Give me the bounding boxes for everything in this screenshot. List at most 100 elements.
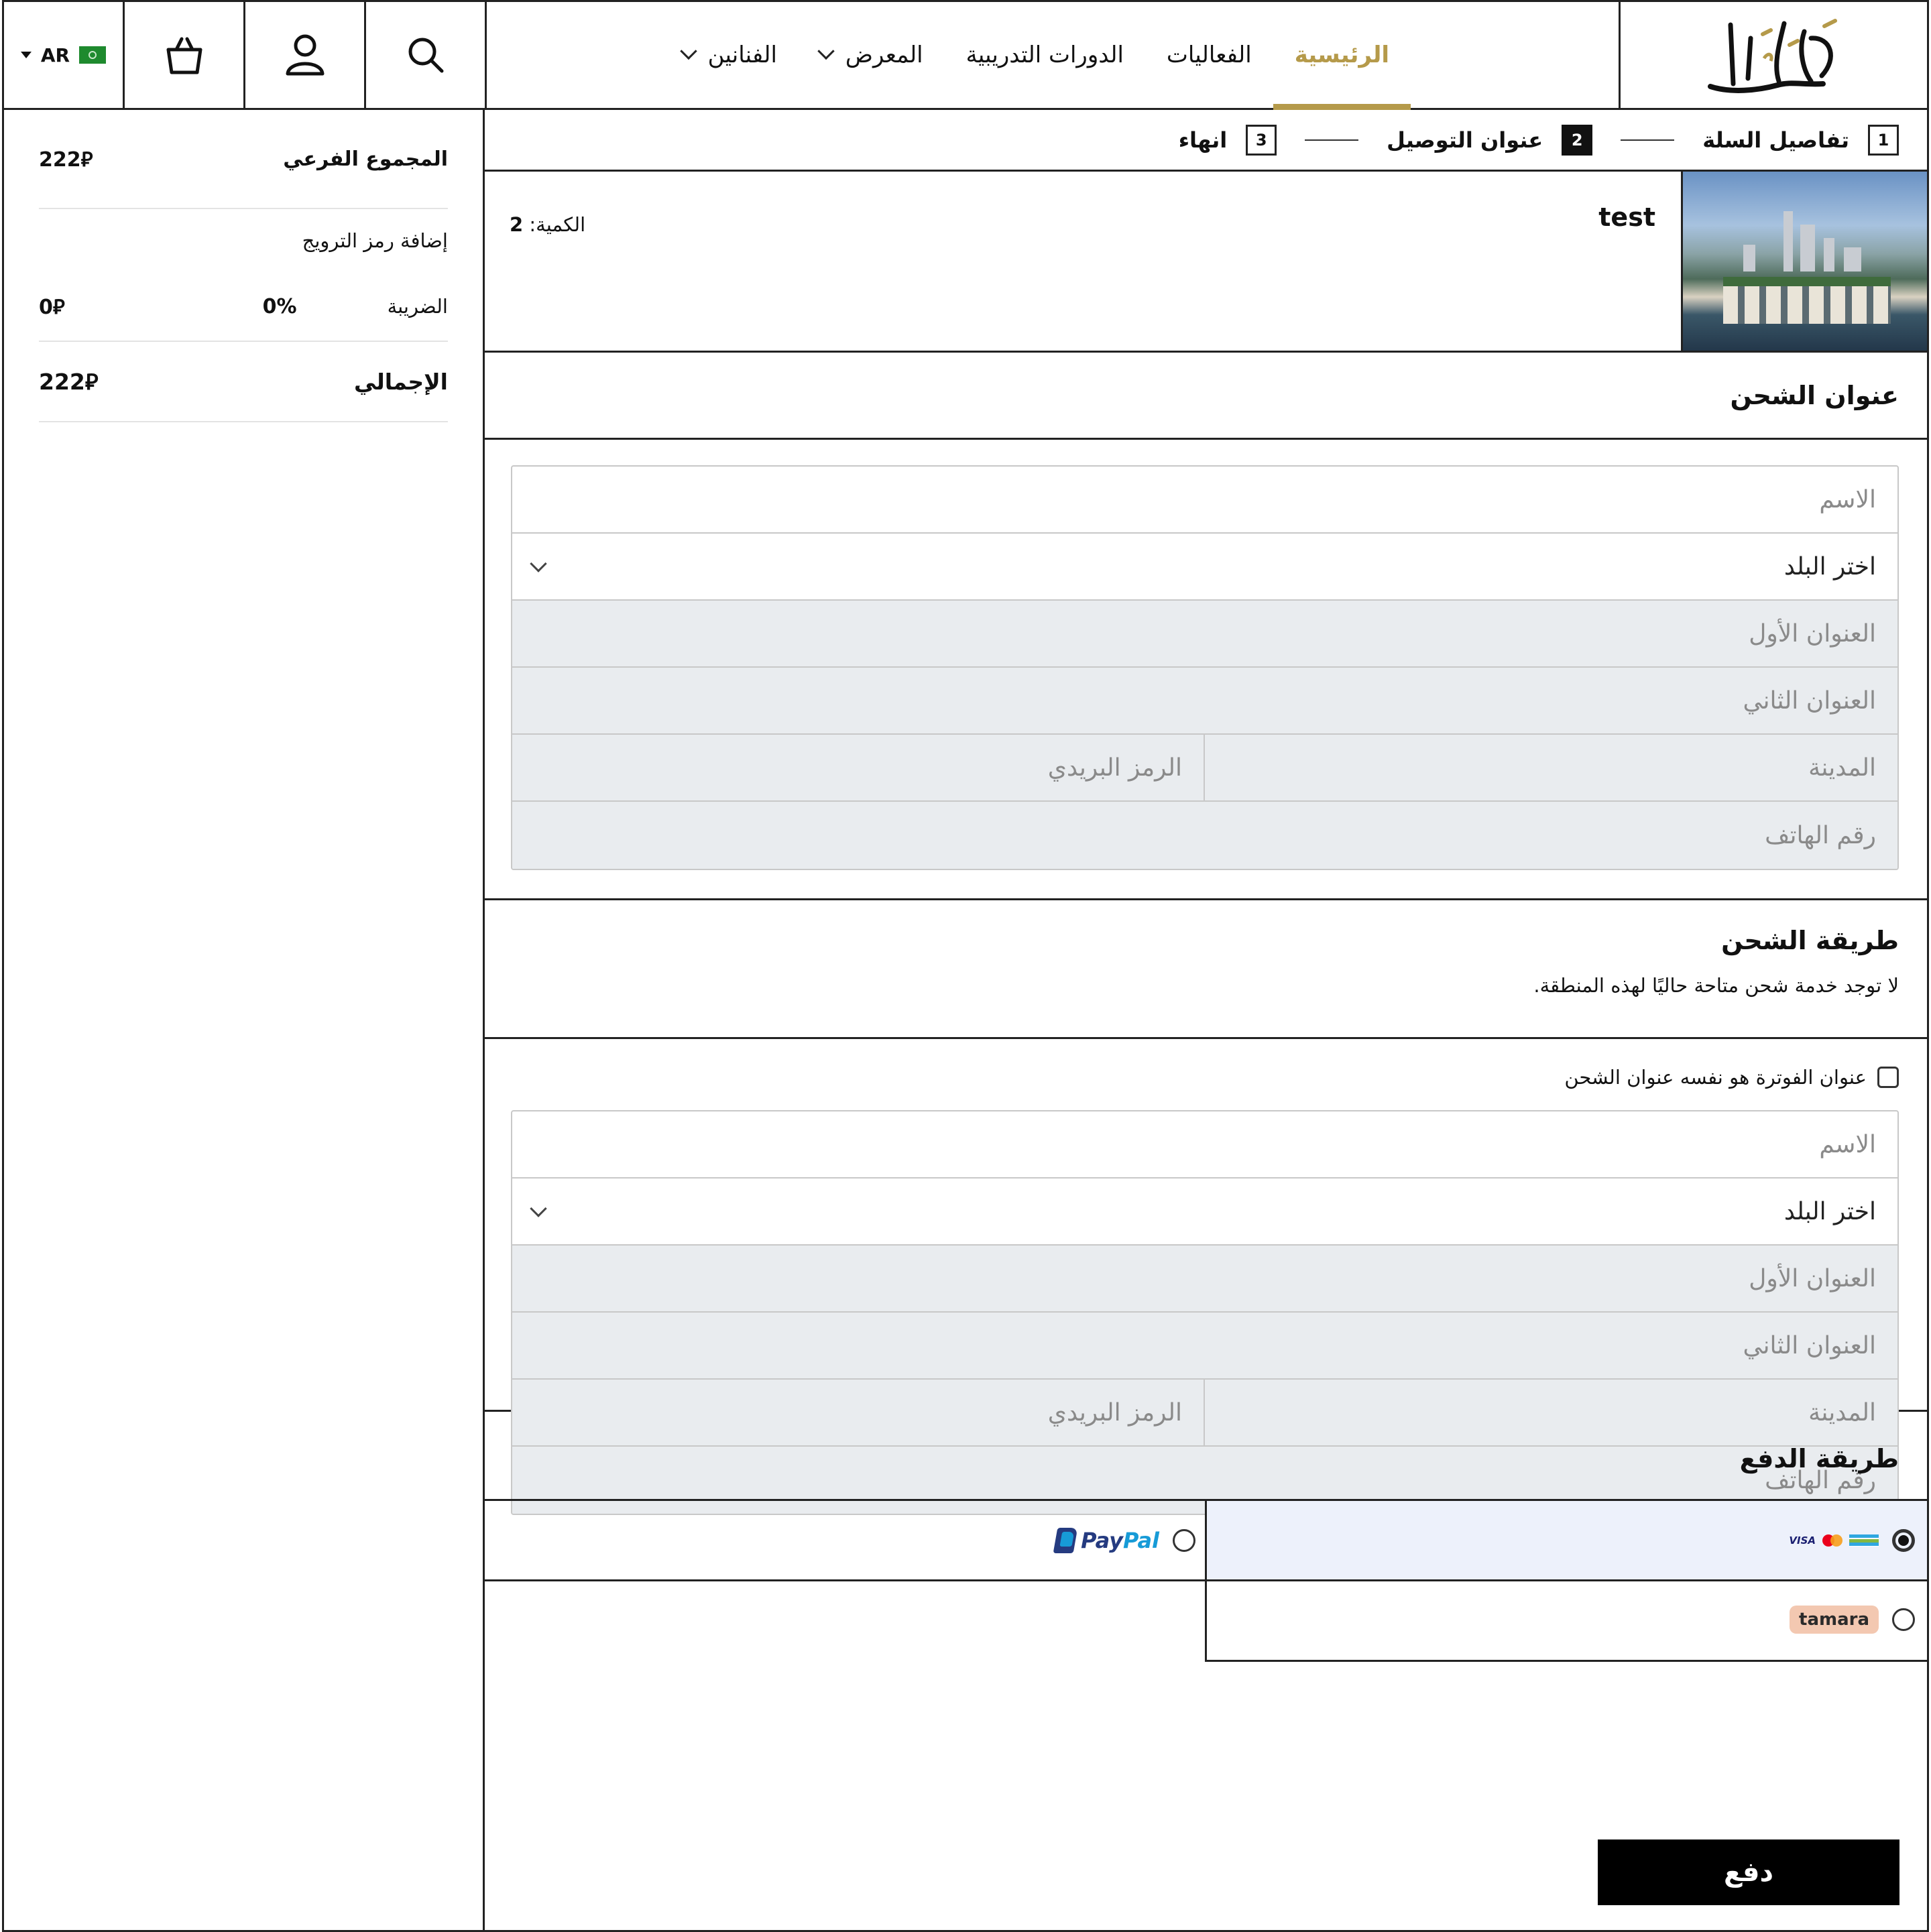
search-icon [408, 38, 443, 73]
card-radio[interactable] [1892, 1528, 1915, 1552]
billing-country-select[interactable]: اختر البلد [512, 1179, 1897, 1246]
subtotal-value: 222⃁ [39, 147, 93, 172]
paypal-logo: PayPal [1053, 1527, 1159, 1553]
calligraphy-logo-icon [1707, 19, 1837, 93]
product-quantity: الكمية: 2 [510, 213, 585, 236]
nav-artists-label: الفنانين [707, 42, 777, 68]
nav-gallery[interactable]: المعرض [799, 2, 945, 108]
shipping-zip-placeholder: الرمز البريدي [1047, 753, 1182, 782]
payment-section: طريقة الدفع VISA PayPal tamara [483, 1412, 1927, 1667]
shipping-address-header: عنوان الشحن [483, 353, 1927, 440]
total-value: 222⃁ [39, 368, 99, 395]
total-row: الإجمالي 222⃁ [39, 342, 448, 422]
step-divider [1305, 139, 1359, 141]
product-name: test [1598, 202, 1655, 232]
search-button[interactable] [366, 2, 487, 108]
billing-address1-field[interactable]: العنوان الأول [512, 1246, 1897, 1313]
language-switcher[interactable]: AR [4, 2, 125, 108]
mada-logo-icon [1849, 1534, 1879, 1547]
shipping-country-value: اختر البلد [1783, 552, 1876, 581]
total-label: الإجمالي [354, 368, 448, 395]
chevron-down-icon [530, 555, 547, 572]
shipping-address-title: عنوان الشحن [1730, 380, 1899, 410]
quantity-label: الكمية: [529, 213, 586, 236]
same-as-shipping-label: عنوان الفوترة هو نفسه عنوان الشحن [1564, 1066, 1867, 1089]
cart-item: test الكمية: 2 [483, 172, 1927, 353]
billing-section: عنوان الفوترة هو نفسه عنوان الشحن الاسم … [483, 1039, 1927, 1515]
billing-name-field[interactable]: الاسم [512, 1111, 1897, 1179]
caret-down-icon [20, 52, 32, 58]
cart-button[interactable] [125, 2, 245, 108]
shipping-zip-field[interactable]: الرمز البريدي [512, 735, 1204, 800]
user-icon [286, 34, 324, 76]
chevron-down-icon [679, 42, 697, 60]
same-as-shipping-checkbox[interactable] [1877, 1067, 1899, 1088]
paypal-wordmark-a: Pay [1081, 1527, 1124, 1553]
mastercard-logo-icon [1822, 1534, 1842, 1547]
paypal-wordmark-b: Pal [1123, 1527, 1159, 1553]
chevron-down-icon [530, 1200, 547, 1217]
shipping-country-select[interactable]: اختر البلد [512, 534, 1897, 601]
billing-country-value: اختر البلد [1783, 1197, 1876, 1225]
payment-option-tamara[interactable]: tamara [1205, 1579, 1927, 1662]
tamara-radio[interactable] [1892, 1608, 1915, 1631]
tax-value: 0⃁ [39, 295, 65, 319]
tax-percent: 0% [262, 294, 297, 318]
step-2-label: عنوان التوصيل [1387, 127, 1543, 153]
promo-label: إضافة رمز الترويج [302, 229, 448, 252]
order-summary: المجموع الفرعي 222⃁ إضافة رمز الترويج ال… [2, 110, 485, 1932]
shipping-address1-field[interactable]: العنوان الأول [512, 601, 1897, 668]
nav-events[interactable]: الفعاليات [1145, 2, 1273, 108]
language-label: AR [40, 44, 70, 66]
pay-button[interactable]: دفع [1598, 1839, 1899, 1905]
visa-logo: VISA [1789, 1534, 1816, 1547]
shipping-address2-placeholder: العنوان الثاني [1743, 686, 1876, 715]
add-promo-code-link[interactable]: إضافة رمز الترويج [39, 209, 448, 272]
subtotal-label: المجموع الفرعي [283, 147, 448, 171]
checkout-main: 1 تفاصيل السلة 2 عنوان التوصيل 3 انهاء t… [483, 110, 1929, 1932]
site-logo[interactable] [1619, 2, 1927, 108]
billing-address2-field[interactable]: العنوان الثاني [512, 1313, 1897, 1380]
paypal-radio[interactable] [1173, 1528, 1195, 1552]
shipping-method-title: طريقة الشحن [1721, 926, 1899, 955]
account-button[interactable] [245, 2, 366, 108]
step-2-number: 2 [1562, 124, 1593, 156]
shipping-city-zip-row: المدينة الرمز البريدي [512, 735, 1897, 802]
quantity-value: 2 [510, 213, 524, 236]
tax-row: الضريبة 0% 0⃁ [39, 272, 448, 342]
shipping-name-field[interactable]: الاسم [512, 467, 1897, 534]
shipping-method-section: طريقة الشحن لا توجد خدمة شحن متاحة حاليً… [483, 898, 1927, 1039]
nav-courses[interactable]: الدورات التدريبية [945, 2, 1145, 108]
payment-title: طريقة الدفع [1739, 1444, 1899, 1473]
payment-options: VISA PayPal tamara [483, 1499, 1927, 1667]
main-nav: الرئيسية الفعاليات الدورات التدريبية الم… [487, 2, 1619, 110]
payment-option-card[interactable]: VISA [1205, 1499, 1927, 1581]
step-divider [1621, 139, 1675, 141]
shipping-phone-placeholder: رقم الهاتف [1765, 821, 1876, 849]
chevron-down-icon [817, 42, 835, 60]
flag-icon [79, 46, 107, 64]
shipping-phone-field[interactable]: رقم الهاتف [512, 802, 1897, 869]
shipping-city-placeholder: المدينة [1808, 753, 1876, 782]
step-1-number: 1 [1868, 124, 1899, 156]
subtotal-row: المجموع الفرعي 222⃁ [39, 110, 448, 209]
step-1-label: تفاصيل السلة [1702, 127, 1849, 153]
product-thumbnail [1681, 172, 1927, 351]
checkout-steps: 1 تفاصيل السلة 2 عنوان التوصيل 3 انهاء [483, 110, 1927, 172]
nav-artists[interactable]: الفنانين [661, 2, 799, 108]
tamara-logo: tamara [1790, 1606, 1879, 1634]
shipping-address2-field[interactable]: العنوان الثاني [512, 668, 1897, 735]
paypal-wordmark: PayPal [1081, 1528, 1159, 1553]
nav-events-label: الفعاليات [1166, 42, 1252, 68]
step-3-number: 3 [1246, 124, 1277, 156]
shipping-address1-placeholder: العنوان الأول [1749, 619, 1876, 648]
same-as-shipping-option[interactable]: عنوان الفوترة هو نفسه عنوان الشحن [483, 1039, 1927, 1089]
payment-header: طريقة الدفع [483, 1412, 1927, 1499]
payment-option-paypal[interactable]: PayPal [483, 1499, 1207, 1581]
step-3-label: انهاء [1178, 127, 1228, 153]
nav-courses-label: الدورات التدريبية [966, 42, 1124, 68]
shipping-city-field[interactable]: المدينة [1204, 735, 1897, 800]
nav-home[interactable]: الرئيسية [1273, 2, 1411, 110]
shipping-address-form: الاسم اختر البلد العنوان الأول العنوان ا… [511, 465, 1899, 870]
site-header: AR الرئيسية الفعاليات الدورات التدريبية … [2, 0, 1929, 110]
